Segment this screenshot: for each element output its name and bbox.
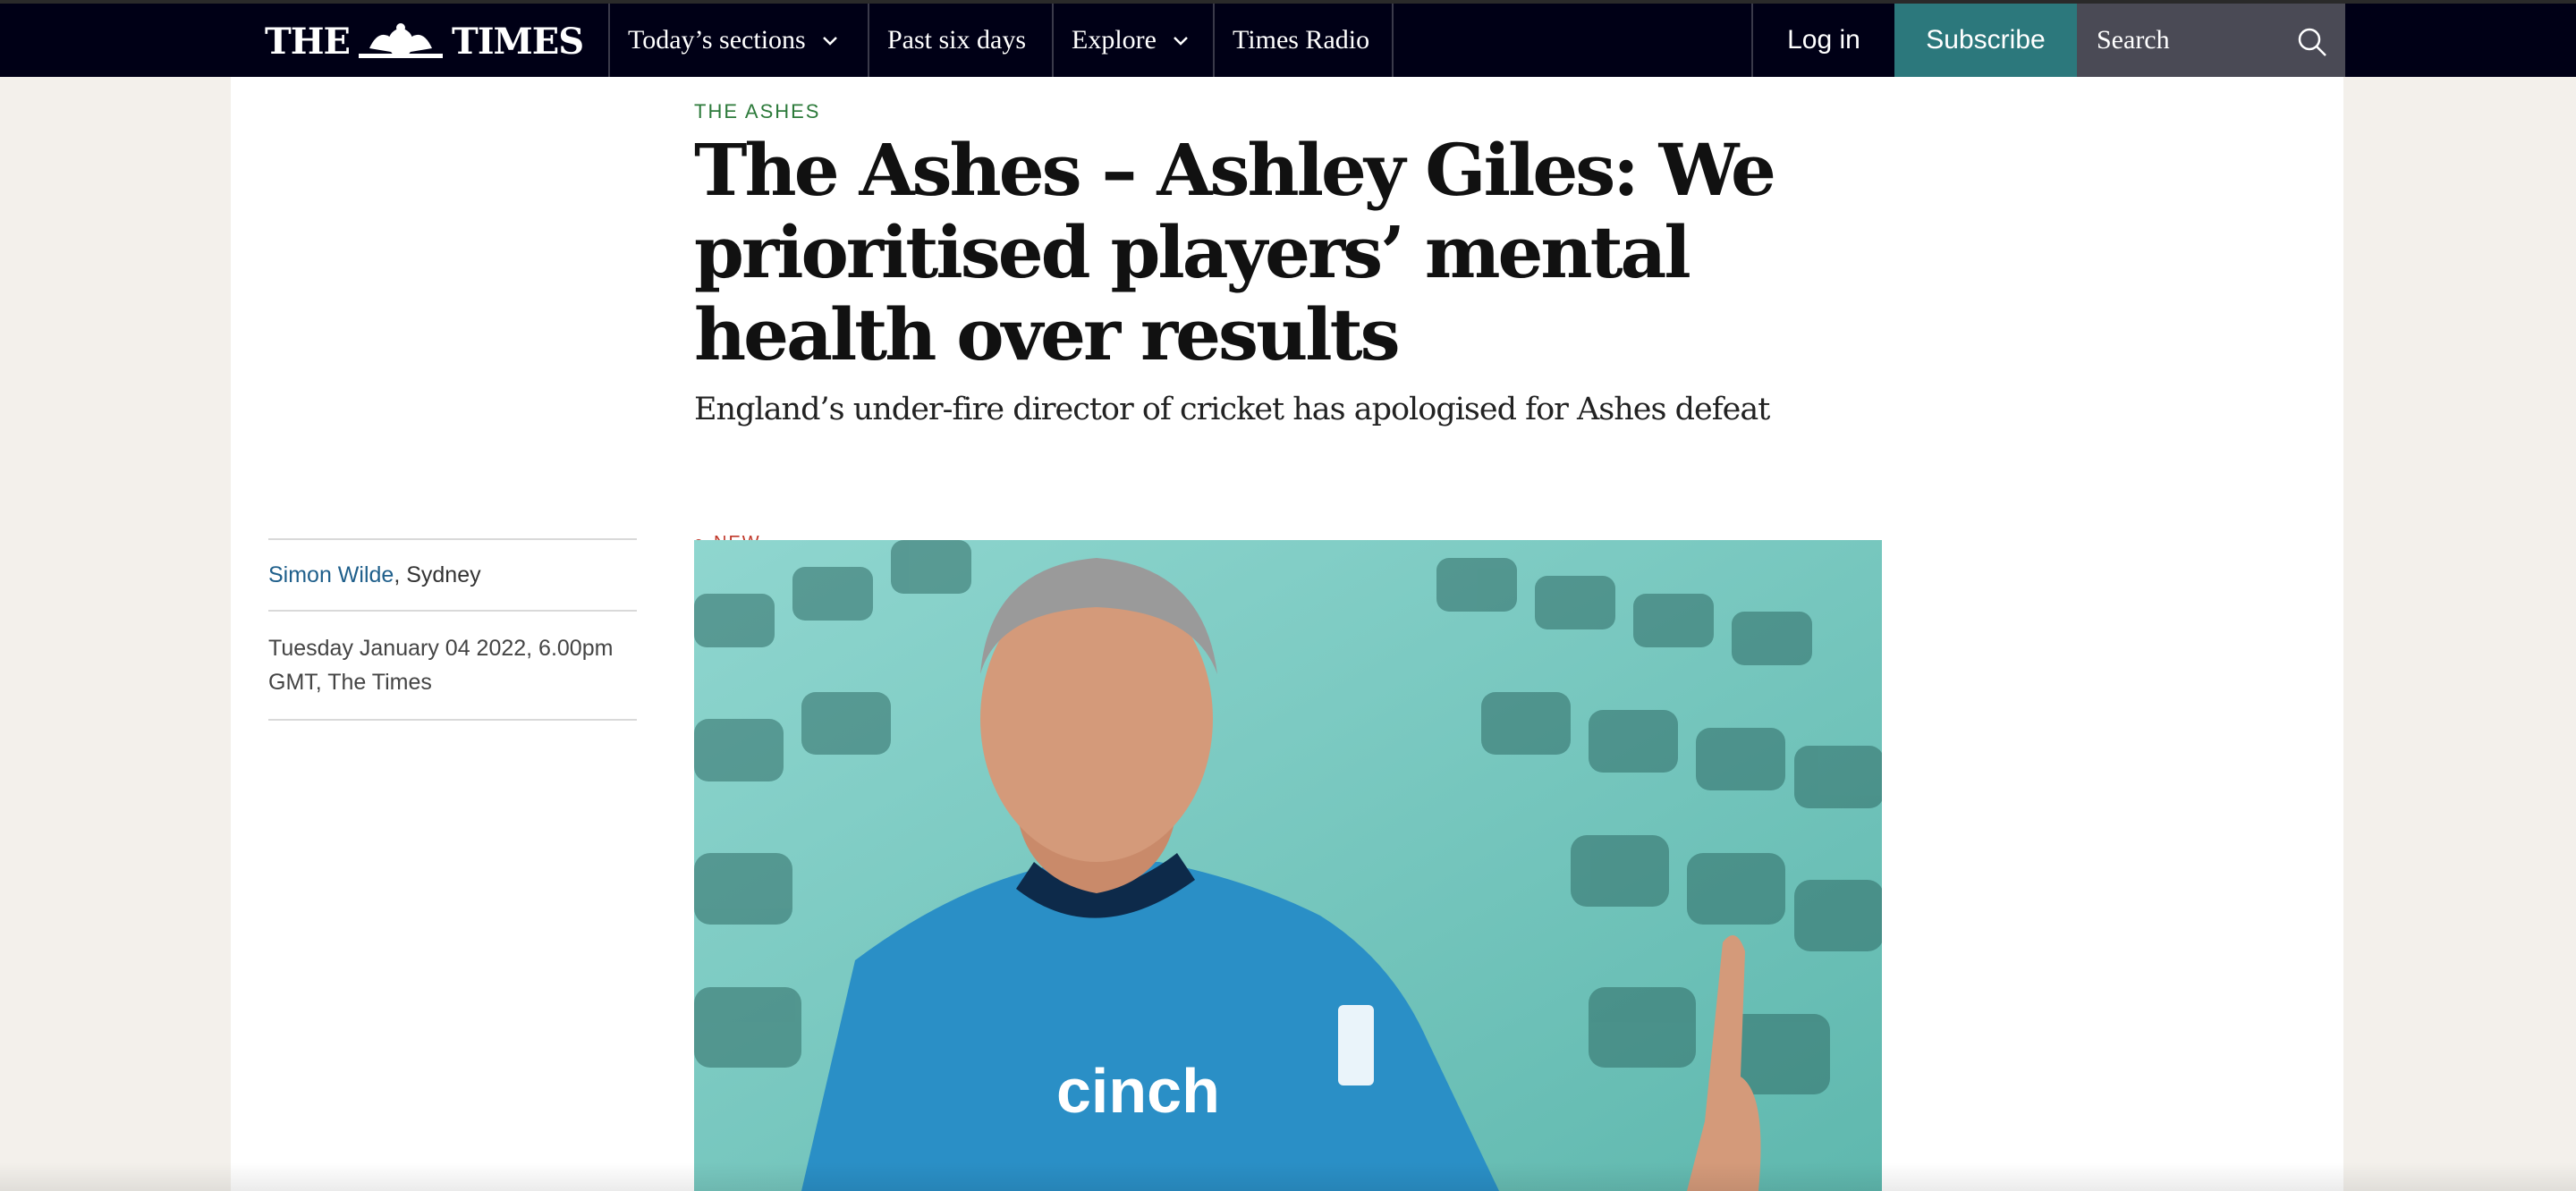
top-navigation-bar: THE TIMES Today’s sections Past six days… [0,0,2576,77]
nav-divider [1392,4,1394,77]
times-logo[interactable]: THE TIMES [265,18,584,64]
article-headline: The Ashes – Ashley Giles: We prioritised… [694,128,1776,376]
logo-text-times: TIMES [452,20,584,63]
search-box[interactable] [2077,4,2345,77]
nav-label: Times Radio [1233,25,1370,55]
section-label[interactable]: THE ASHES [694,100,820,123]
logo-text-the: THE [265,20,351,63]
subscribe-button[interactable]: Subscribe [1894,4,2077,77]
england-crest-icon [1338,1005,1374,1085]
chevron-down-icon [822,37,837,46]
bottom-shadow [0,1162,2576,1191]
byline: Simon Wilde , Sydney [268,540,637,610]
article-meta: Simon Wilde , Sydney Tuesday January 04 … [268,538,637,721]
man-in-england-cricket-shirt-icon: cinch [694,540,1882,1191]
nav-label: Past six days [887,25,1027,55]
search-icon[interactable] [2297,27,2327,57]
royal-crest-icon [359,23,444,58]
nav-explore[interactable]: Explore [1052,4,1213,77]
article-standfirst: England’s under-fire director of cricket… [694,392,1770,427]
article-hero-image: cinch [694,540,1882,1191]
dateline: Tuesday January 04 2022, 6.00pm GMT, The… [268,636,614,695]
byline-location: , Sydney [394,562,481,587]
nav-label: Explore [1072,25,1157,55]
meta-divider [268,719,637,721]
nav-todays-sections[interactable]: Today’s sections [608,4,868,77]
article-page: THE ASHES The Ashes – Ashley Giles: We p… [231,77,2343,1191]
nav-times-radio[interactable]: Times Radio [1213,4,1394,77]
author-link[interactable]: Simon Wilde [268,562,394,588]
nav-past-six-days[interactable]: Past six days [868,4,1052,77]
nav-label: Today’s sections [628,25,806,55]
login-button[interactable]: Log in [1751,4,1894,77]
chevron-down-icon [1174,37,1188,46]
shirt-sponsor-text: cinch [1056,1056,1220,1126]
search-input[interactable] [2095,24,2295,56]
